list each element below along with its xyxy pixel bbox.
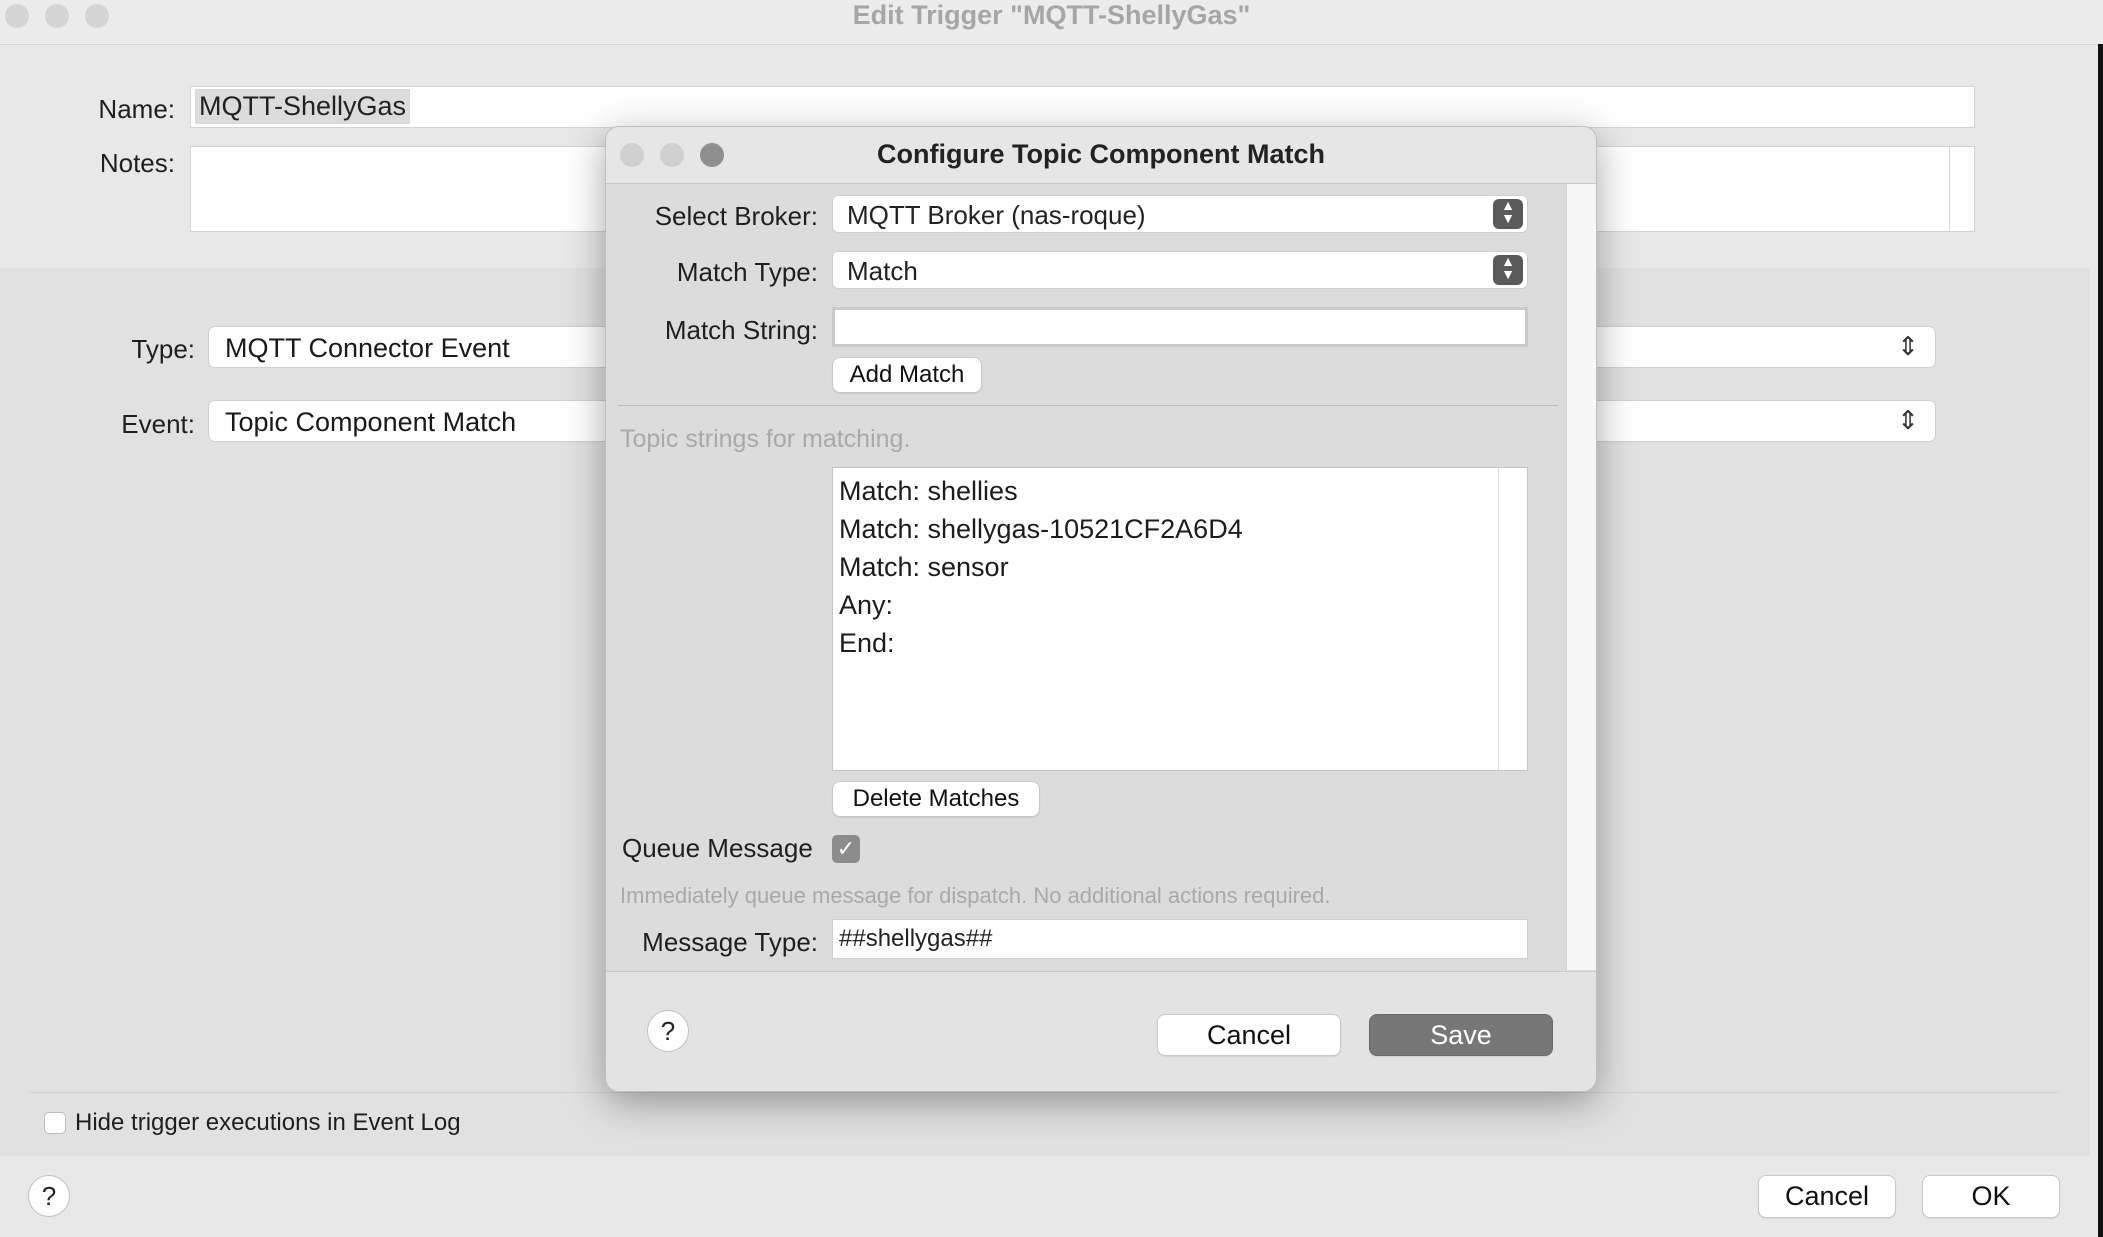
message-type-label: Message Type: (642, 927, 818, 957)
list-item[interactable]: End: (839, 624, 1243, 662)
name-label: Name: (98, 94, 175, 124)
list-item[interactable]: Any: (839, 586, 1243, 624)
delete-matches-button[interactable]: Delete Matches (832, 781, 1040, 817)
dialog-scrollbar[interactable] (1566, 184, 1596, 970)
dialog-save-button[interactable]: Save (1369, 1014, 1553, 1056)
list-scrollbar[interactable] (1498, 468, 1499, 770)
queue-message-label: Queue Message (622, 833, 813, 863)
hide-executions-label: Hide trigger executions in Event Log (75, 1109, 461, 1136)
list-item[interactable]: Match: shellies (839, 472, 1243, 510)
window-titlebar: Edit Trigger "MQTT-ShellyGas" (0, 0, 2103, 45)
match-type-value: Match (847, 256, 918, 286)
match-list-items: Match: shellies Match: shellygas-10521CF… (839, 472, 1243, 662)
match-string-label: Match String: (664, 315, 818, 345)
list-item[interactable]: Match: sensor (839, 548, 1243, 586)
match-string-input[interactable] (832, 307, 1528, 347)
cancel-button[interactable]: Cancel (1758, 1175, 1896, 1218)
message-type-input[interactable]: ##shellygas## (832, 919, 1528, 959)
list-item[interactable]: Match: shellygas-10521CF2A6D4 (839, 510, 1243, 548)
broker-label: Select Broker: (654, 201, 818, 231)
dialog-cancel-button[interactable]: Cancel (1157, 1014, 1341, 1056)
updown-icon: ▲ ▼ (1493, 254, 1523, 285)
type-value: MQTT Connector Event (225, 333, 510, 363)
queue-message-checkbox[interactable]: ✓ (832, 835, 860, 863)
ok-button[interactable]: OK (1922, 1175, 2060, 1218)
event-value: Topic Component Match (225, 407, 517, 437)
add-match-button[interactable]: Add Match (832, 357, 982, 393)
topic-strings-hint: Topic strings for matching. (620, 425, 911, 453)
hide-executions-checkbox[interactable] (44, 1112, 66, 1134)
broker-value: MQTT Broker (nas-roque) (847, 200, 1146, 230)
topic-match-list[interactable]: Match: shellies Match: shellygas-10521CF… (832, 467, 1528, 771)
check-icon: ✓ (836, 836, 856, 861)
dialog-title: Configure Topic Component Match (877, 139, 1325, 169)
updown-icon: ⇕ (1897, 405, 1919, 435)
panel-separator (30, 1092, 2058, 1093)
name-value: MQTT-ShellyGas (195, 89, 411, 124)
help-button[interactable]: ? (28, 1175, 70, 1217)
broker-select[interactable]: MQTT Broker (nas-roque) ▲ ▼ (832, 195, 1528, 233)
notes-scrollbar[interactable] (1949, 147, 1950, 231)
updown-icon: ⇕ (1897, 331, 1919, 361)
dialog-footer: ? Cancel Save (606, 971, 1596, 1091)
dialog-separator (618, 405, 1558, 406)
match-type-label: Match Type: (676, 257, 818, 287)
notes-label: Notes: (99, 148, 175, 178)
type-label: Type: (131, 334, 195, 364)
event-label: Event: (121, 409, 195, 439)
match-type-select[interactable]: Match ▲ ▼ (832, 251, 1528, 289)
updown-icon: ▲ ▼ (1493, 198, 1523, 229)
window-title: Edit Trigger "MQTT-ShellyGas" (852, 0, 1251, 30)
configure-topic-dialog: Configure Topic Component Match Select B… (605, 126, 1597, 1092)
dialog-help-button[interactable]: ? (647, 1010, 689, 1052)
dialog-titlebar: Configure Topic Component Match (606, 127, 1596, 184)
name-field[interactable]: MQTT-ShellyGas (190, 86, 1975, 128)
window-edge (2098, 44, 2103, 1237)
queue-hint: Immediately queue message for dispatch. … (620, 883, 1331, 908)
